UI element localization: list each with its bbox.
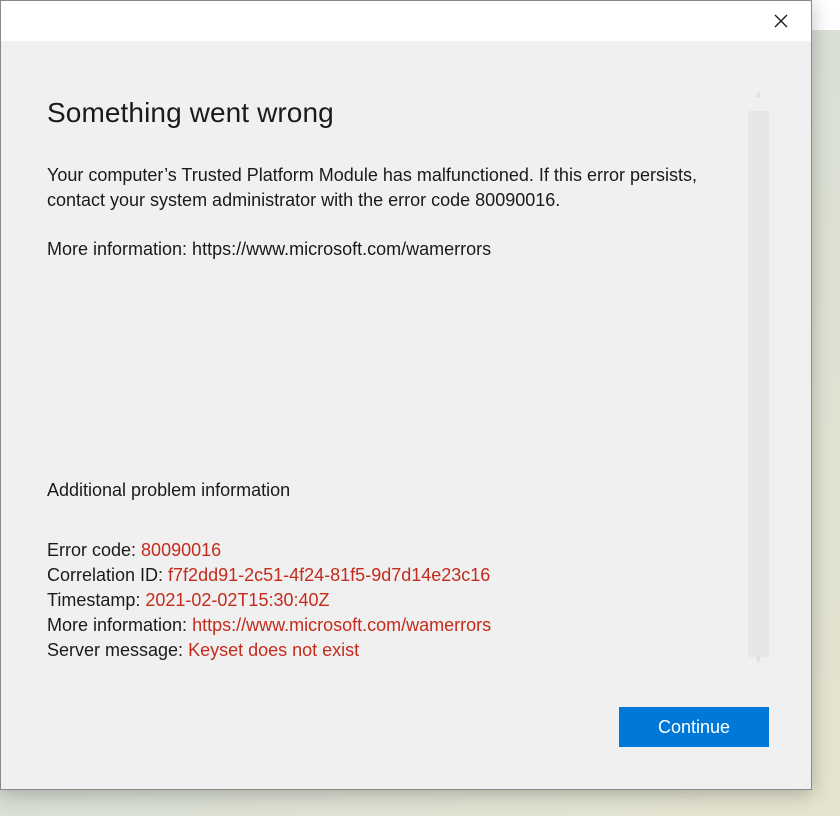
correlation-id-value: f7f2dd91-2c51-4f24-81f5-9d7d14e23c16 <box>168 565 491 585</box>
server-message-row: Server message: Keyset does not exist <box>47 638 491 663</box>
more-information-text: More information: https://www.microsoft.… <box>47 239 492 259</box>
timestamp-value: 2021-02-02T15:30:40Z <box>145 590 330 610</box>
title-bar <box>1 1 811 41</box>
close-icon <box>774 14 788 28</box>
scrollbar-track[interactable] <box>748 111 769 657</box>
correlation-id-row: Correlation ID: f7f2dd91-2c51-4f24-81f5-… <box>47 563 491 588</box>
more-info-label: More information: <box>47 615 193 635</box>
close-button[interactable] <box>765 7 797 35</box>
more-info-link[interactable]: https://www.microsoft.com/wamerrors <box>192 615 491 635</box>
error-message: Your computer’s Trusted Platform Module … <box>47 165 697 210</box>
additional-info-heading: Additional problem information <box>47 480 291 500</box>
dialog-heading: Something went wrong <box>47 97 334 128</box>
error-code-value: 80090016 <box>141 540 222 560</box>
timestamp-row: Timestamp: 2021-02-02T15:30:40Z <box>47 588 491 613</box>
continue-button[interactable]: Continue <box>619 707 769 747</box>
server-message-label: Server message: <box>47 640 189 660</box>
error-code-row: Error code: 80090016 <box>47 538 491 563</box>
problem-details: Error code: 80090016 Correlation ID: f7f… <box>47 538 491 663</box>
server-message-value: Keyset does not exist <box>188 640 360 660</box>
vertical-scrollbar[interactable]: ▲ ▼ <box>748 79 769 675</box>
error-code-label: Error code: <box>47 540 142 560</box>
error-dialog: Something went wrong Your computer’s Tru… <box>0 0 812 790</box>
correlation-id-label: Correlation ID: <box>47 565 169 585</box>
timestamp-label: Timestamp: <box>47 590 146 610</box>
scroll-up-icon[interactable]: ▲ <box>748 79 769 109</box>
more-info-row: More information: https://www.microsoft.… <box>47 613 491 638</box>
scroll-down-icon[interactable]: ▼ <box>748 645 769 675</box>
